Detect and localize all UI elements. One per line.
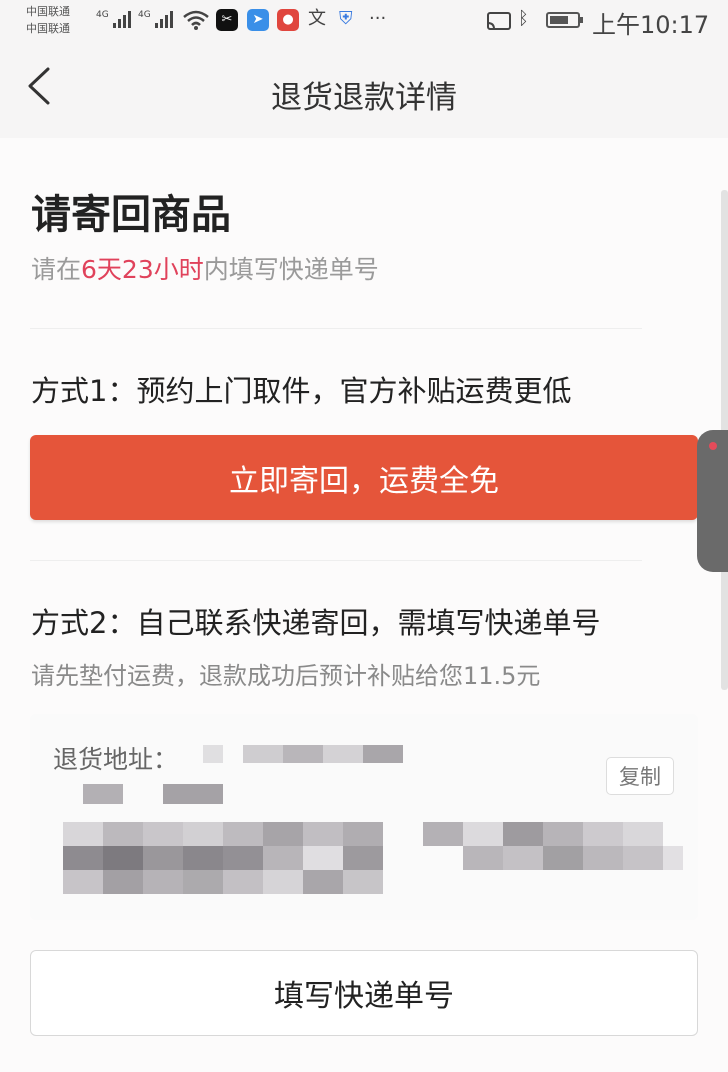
bluetooth-icon: ᛒ xyxy=(518,8,529,29)
status-bar: 中国联通 中国联通 4G 4G ✂ ➤ ● 文 ⛨ ··· ᛒ 上午10:17 xyxy=(0,0,728,40)
floating-side-handle[interactable] xyxy=(697,430,728,572)
carrier-labels: 中国联通 中国联通 xyxy=(26,3,70,37)
deadline-suffix: 内填写快递单号 xyxy=(203,255,379,284)
nav-bar: 退货退款详情 xyxy=(0,40,728,139)
deadline-highlight: 6天23小时 xyxy=(81,255,204,284)
copy-address-button[interactable]: 复制 xyxy=(606,757,674,795)
method-2-note: 请先垫付运费，退款成功后预计补贴给您11.5元 xyxy=(31,662,541,690)
clock: 上午10:17 xyxy=(592,11,710,39)
section-heading: 请寄回商品 xyxy=(31,192,231,238)
divider xyxy=(30,328,642,329)
wifi-icon xyxy=(183,10,209,30)
screencast-icon xyxy=(487,12,511,30)
method-1-text: 方式1：预约上门取件，官方补贴运费更低 xyxy=(31,374,572,408)
shield-icon: ⛨ xyxy=(339,8,353,29)
network-1: 4G xyxy=(96,10,109,20)
mic-icon: ● xyxy=(277,9,299,31)
method-2-text: 方式2：自己联系快递寄回，需填写快递单号 xyxy=(31,606,601,640)
carrier-2: 中国联通 xyxy=(26,22,70,35)
notification-dot-icon xyxy=(709,442,717,450)
fill-tracking-number-button[interactable]: 填写快递单号 xyxy=(30,950,698,1036)
send-back-free-button[interactable]: 立即寄回，运费全免 xyxy=(30,435,698,520)
deadline-prefix: 请在 xyxy=(31,255,82,284)
divider xyxy=(30,560,642,561)
network-2: 4G xyxy=(138,10,151,20)
signal-2-icon: 4G xyxy=(138,10,173,28)
page-title: 退货退款详情 xyxy=(271,80,457,116)
deadline-text: 请在6天23小时内填写快递单号 xyxy=(31,250,379,286)
battery-icon xyxy=(546,12,583,28)
address-label: 退货地址： xyxy=(53,745,179,774)
more-icon: ··· xyxy=(369,8,387,29)
carrier-1: 中国联通 xyxy=(26,5,70,18)
signal-1-icon: 4G xyxy=(96,10,131,28)
text-icon: 文 xyxy=(308,8,326,29)
capcut-icon: ✂ xyxy=(216,9,238,31)
browser-icon: ➤ xyxy=(247,9,269,31)
